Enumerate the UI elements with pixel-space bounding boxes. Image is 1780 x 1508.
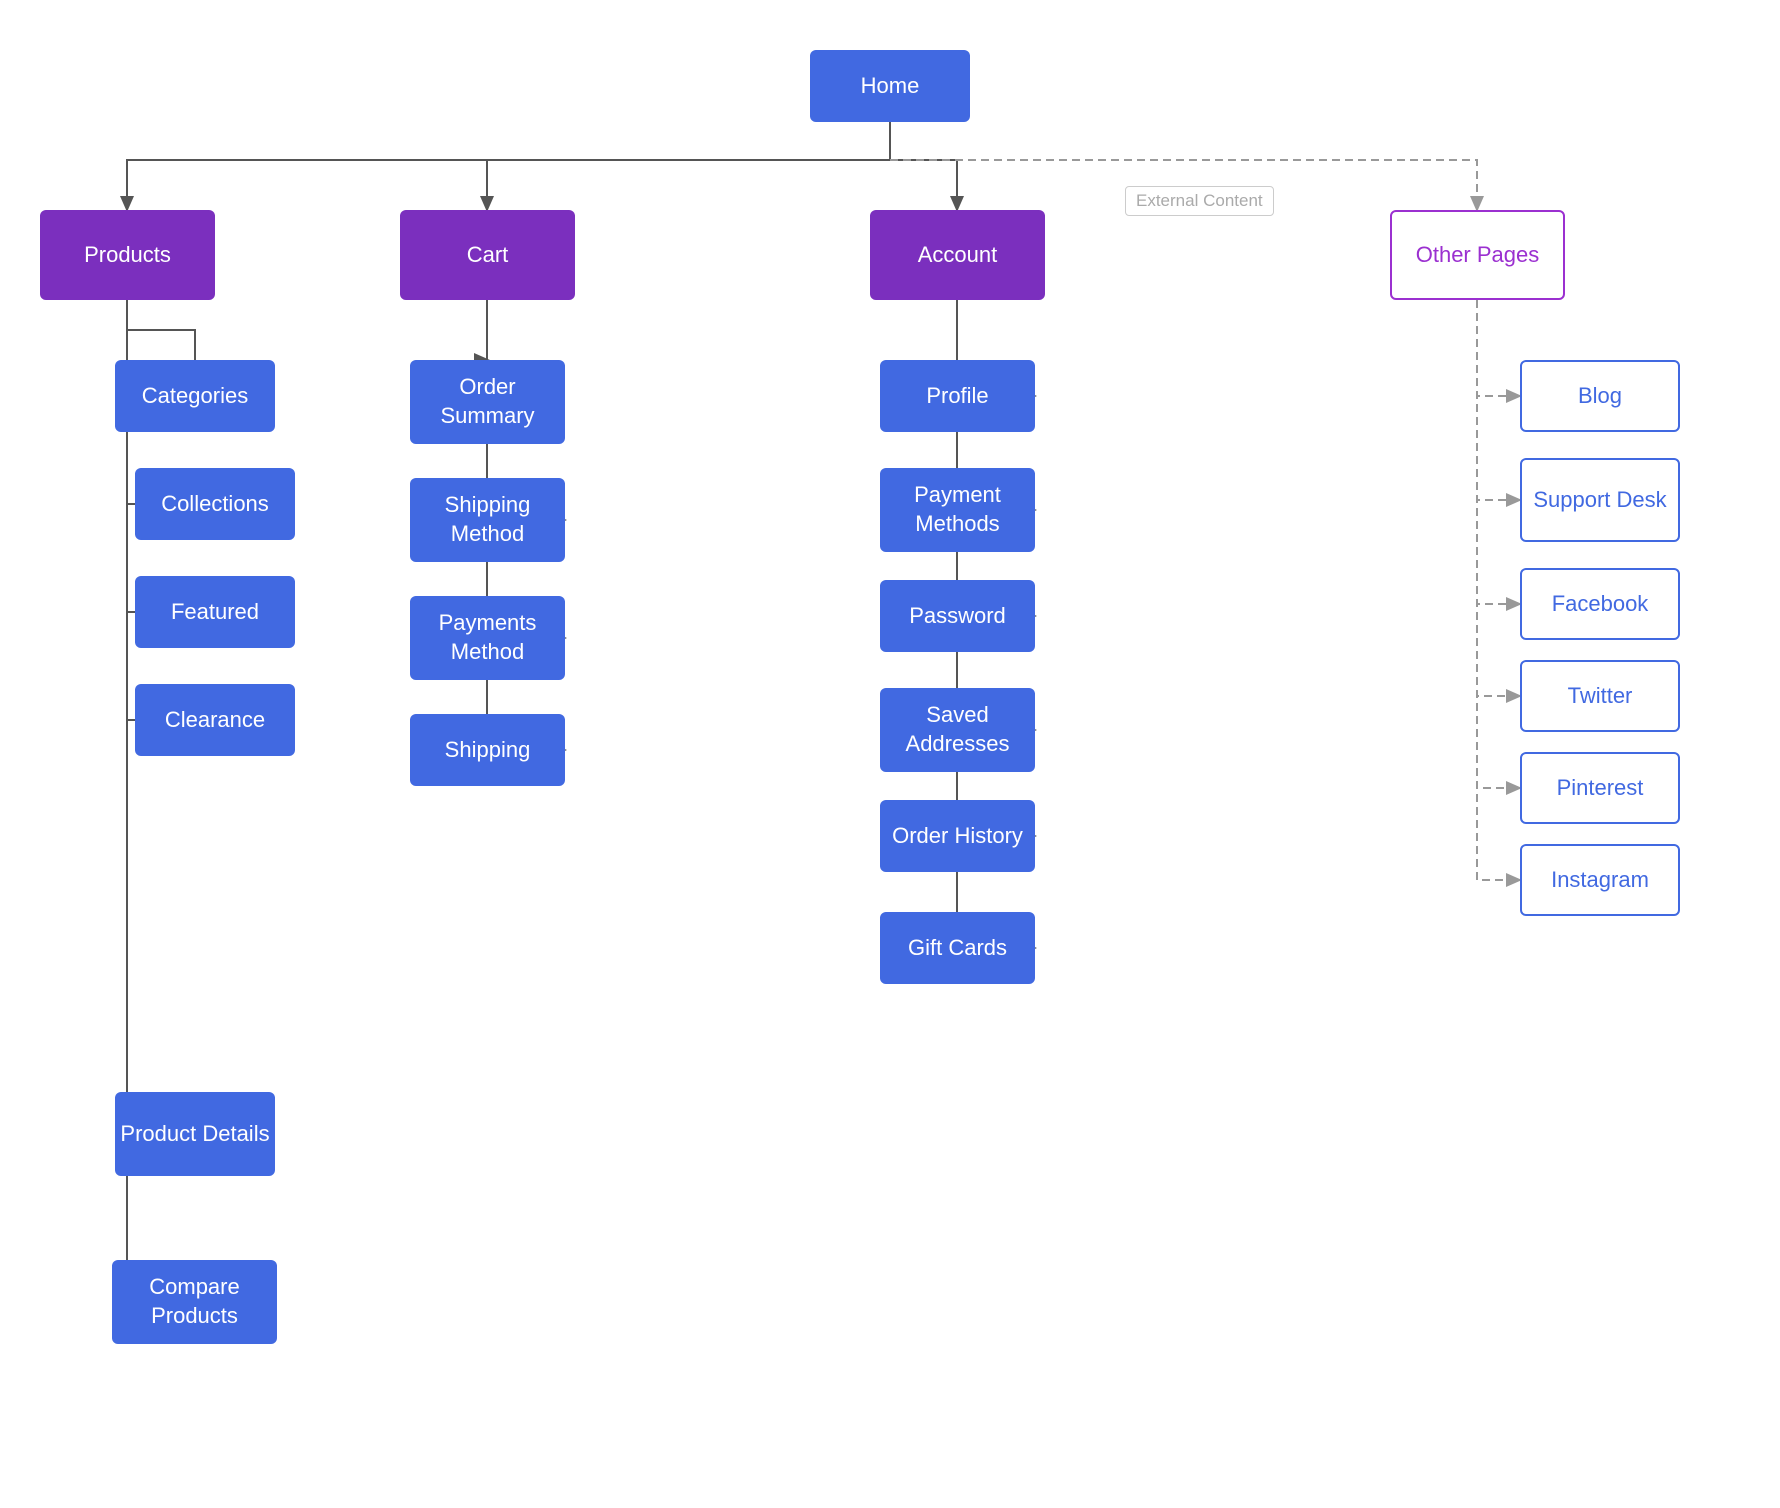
shipping-label: Shipping	[445, 736, 531, 765]
compare-products-label: Compare Products	[112, 1273, 277, 1330]
collections-label: Collections	[161, 490, 269, 519]
pinterest-label: Pinterest	[1557, 774, 1644, 803]
blog-node: Blog	[1520, 360, 1680, 432]
payment-methods-label: Payment Methods	[880, 481, 1035, 538]
clearance-label: Clearance	[165, 706, 265, 735]
saved-addresses-node: Saved Addresses	[880, 688, 1035, 772]
shipping-method-label: Shipping Method	[410, 491, 565, 548]
payments-method-node: Payments Method	[410, 596, 565, 680]
password-node: Password	[880, 580, 1035, 652]
instagram-node: Instagram	[1520, 844, 1680, 916]
order-summary-label: Order Summary	[410, 373, 565, 430]
twitter-label: Twitter	[1568, 682, 1633, 711]
compare-products-node: Compare Products	[112, 1260, 277, 1344]
products-node: Products	[40, 210, 215, 300]
account-label: Account	[918, 241, 998, 270]
home-node: Home	[810, 50, 970, 122]
support-desk-node: Support Desk	[1520, 458, 1680, 542]
cart-label: Cart	[467, 241, 509, 270]
categories-node: Categories	[115, 360, 275, 432]
pinterest-node: Pinterest	[1520, 752, 1680, 824]
shipping-method-node: Shipping Method	[410, 478, 565, 562]
instagram-label: Instagram	[1551, 866, 1649, 895]
payment-methods-node: Payment Methods	[880, 468, 1035, 552]
order-history-node: Order History	[880, 800, 1035, 872]
password-label: Password	[909, 602, 1006, 631]
featured-label: Featured	[171, 598, 259, 627]
cart-node: Cart	[400, 210, 575, 300]
other-pages-label: Other Pages	[1416, 241, 1540, 270]
saved-addresses-label: Saved Addresses	[880, 701, 1035, 758]
clearance-node: Clearance	[135, 684, 295, 756]
shipping-node: Shipping	[410, 714, 565, 786]
categories-label: Categories	[142, 382, 248, 411]
other-pages-node: Other Pages	[1390, 210, 1565, 300]
featured-node: Featured	[135, 576, 295, 648]
order-history-label: Order History	[892, 822, 1023, 851]
profile-label: Profile	[926, 382, 988, 411]
external-content-label: External Content	[1125, 186, 1274, 216]
payments-method-label: Payments Method	[410, 609, 565, 666]
order-summary-node: Order Summary	[410, 360, 565, 444]
collections-node: Collections	[135, 468, 295, 540]
account-node: Account	[870, 210, 1045, 300]
gift-cards-label: Gift Cards	[908, 934, 1007, 963]
product-details-node: Product Details	[115, 1092, 275, 1176]
support-desk-label: Support Desk	[1533, 486, 1666, 515]
blog-label: Blog	[1578, 382, 1622, 411]
twitter-node: Twitter	[1520, 660, 1680, 732]
facebook-label: Facebook	[1552, 590, 1649, 619]
profile-node: Profile	[880, 360, 1035, 432]
home-label: Home	[861, 72, 920, 101]
sitemap-diagram: Home Products Cart Account Other Pages E…	[0, 0, 1780, 1508]
products-label: Products	[84, 241, 171, 270]
gift-cards-node: Gift Cards	[880, 912, 1035, 984]
product-details-label: Product Details	[120, 1120, 269, 1149]
facebook-node: Facebook	[1520, 568, 1680, 640]
